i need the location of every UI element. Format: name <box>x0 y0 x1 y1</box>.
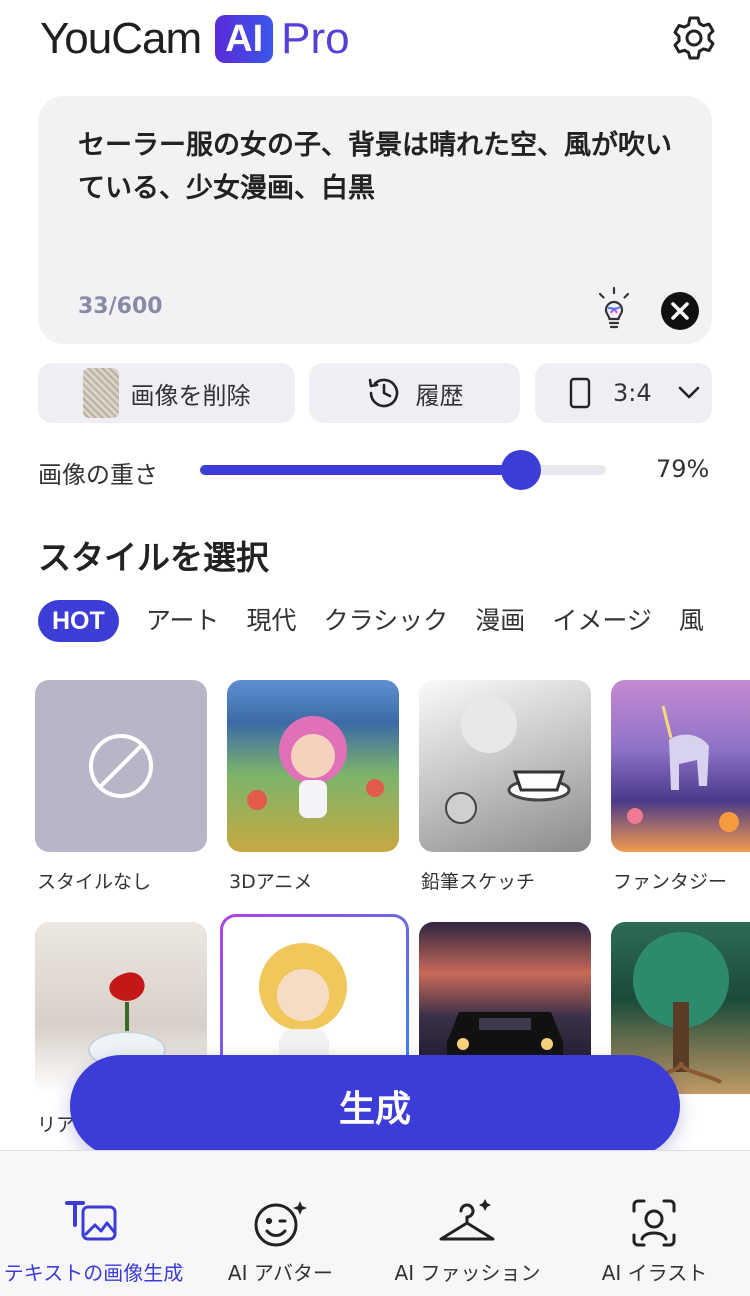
nav-label-ai-illustration: AI イラスト <box>601 1261 708 1285</box>
app-logo: YouCam AI Pro <box>40 14 350 64</box>
slider-knob[interactable] <box>501 450 541 490</box>
aspect-ratio-select[interactable]: 3:4 <box>535 363 712 423</box>
logo-ai-badge: AI <box>215 15 274 63</box>
nav-label-text-to-image: テキストの画像生成 <box>3 1261 184 1285</box>
nav-item-ai-fashion[interactable]: AI ファッション <box>374 1151 561 1296</box>
image-weight-slider[interactable] <box>200 450 606 490</box>
tab-manga[interactable]: 漫画 <box>475 600 525 642</box>
fantasy-thumbnail <box>627 705 739 832</box>
style-card-3d-anime[interactable] <box>227 680 399 852</box>
nav-label-ai-avatar: AI アバター <box>227 1261 334 1285</box>
history-label: 履歴 <box>415 381 464 410</box>
hanger-icon <box>437 1197 497 1249</box>
style-tabs: HOT アート 現代 クラシック 漫画 イメージ 風 <box>38 600 750 642</box>
tab-art[interactable]: アート <box>146 600 220 642</box>
clear-icon[interactable] <box>661 292 699 330</box>
character-count: 33/600 <box>78 294 163 319</box>
chevron-down-icon <box>678 386 700 400</box>
nav-label-ai-fashion: AI ファッション <box>394 1261 541 1285</box>
portrait-ratio-icon <box>569 377 591 409</box>
generate-button[interactable]: 生成 <box>70 1055 680 1157</box>
nav-item-ai-avatar[interactable]: AI アバター <box>187 1151 374 1296</box>
reference-image-thumbnail <box>82 368 119 418</box>
gear-icon[interactable] <box>670 14 718 62</box>
prompt-input[interactable]: セーラー服の女の子、背景は晴れた空、風が吹いている、少女漫画、白黒 <box>78 124 678 210</box>
image-weight-value: 79% <box>656 455 710 483</box>
smiley-icon <box>250 1197 310 1249</box>
no-style-icon <box>89 734 153 798</box>
tab-classic[interactable]: クラシック <box>324 600 449 642</box>
3d-anime-thumbnail <box>247 716 384 818</box>
tab-image[interactable]: イメージ <box>552 600 652 642</box>
style-card-pencil-sketch-label: 鉛筆スケッチ <box>421 871 536 893</box>
delete-image-button[interactable]: 画像を削除 <box>38 363 295 423</box>
bottom-nav: テキストの画像生成 AI アバター AI ファッション AI イラスト <box>0 1150 750 1296</box>
tab-landscape[interactable]: 風 <box>679 600 704 642</box>
nav-item-ai-illustration[interactable]: AI イラスト <box>561 1151 748 1296</box>
logo-youcam: YouCam <box>40 14 202 63</box>
nav-item-text-to-image[interactable]: テキストの画像生成 <box>0 1151 187 1296</box>
style-card-fantasy-label: ファンタジー <box>613 871 728 893</box>
lightbulb-icon[interactable] <box>594 286 634 332</box>
aspect-ratio-value: 3:4 <box>613 379 652 407</box>
face-scan-icon <box>624 1197 684 1249</box>
delete-image-label: 画像を削除 <box>130 381 251 410</box>
style-card-none-label: スタイルなし <box>37 871 152 893</box>
style-card-none[interactable] <box>35 680 207 852</box>
style-card-pencil-sketch[interactable] <box>419 680 591 852</box>
history-icon <box>366 375 402 411</box>
prompt-box[interactable]: セーラー服の女の子、背景は晴れた空、風が吹いている、少女漫画、白黒 33/600 <box>38 96 712 344</box>
image-weight-label: 画像の重さ <box>38 461 158 489</box>
logo-pro: Pro <box>281 14 350 63</box>
text-to-image-icon <box>63 1197 123 1249</box>
pencil-sketch-thumbnail <box>445 697 571 824</box>
history-button[interactable]: 履歴 <box>309 363 520 423</box>
style-section-title: スタイルを選択 <box>38 538 269 577</box>
style-card-realistic-label: リア <box>37 1114 76 1136</box>
tab-hot[interactable]: HOT <box>38 600 119 642</box>
style-card-fantasy[interactable] <box>611 680 750 852</box>
slider-fill <box>200 465 521 475</box>
tab-modern[interactable]: 現代 <box>246 600 296 642</box>
style-card-3d-anime-label: 3Dアニメ <box>229 871 313 893</box>
